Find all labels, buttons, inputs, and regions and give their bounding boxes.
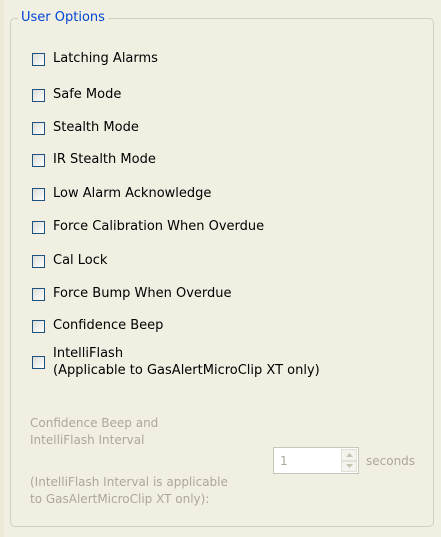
checkbox-label: Safe Mode bbox=[53, 87, 122, 102]
checkbox-box[interactable] bbox=[32, 121, 45, 135]
checkbox-box[interactable] bbox=[32, 287, 45, 301]
checkbox-box[interactable] bbox=[32, 319, 45, 333]
interval-unit-label: seconds bbox=[366, 454, 416, 468]
intelliflash-label: IntelliFlash bbox=[53, 346, 124, 361]
checkbox-label: IntelliFlash (Applicable to GasAlertMicr… bbox=[53, 345, 320, 379]
low-alarm-acknowledge-checkbox[interactable]: Low Alarm Acknowledge bbox=[32, 185, 211, 203]
spinner-buttons bbox=[341, 449, 357, 472]
checkbox-box[interactable] bbox=[32, 88, 45, 102]
interval-spinner[interactable]: 1 bbox=[273, 447, 359, 474]
spin-up-button[interactable] bbox=[341, 449, 357, 461]
spin-down-button[interactable] bbox=[341, 460, 357, 472]
checkbox-label: Force Bump When Overdue bbox=[53, 286, 232, 301]
user-options-panel: User Options Latching Alarms Safe Mode S… bbox=[4, 0, 441, 537]
confidence-beep-checkbox[interactable]: Confidence Beep bbox=[32, 317, 163, 335]
ir-stealth-mode-checkbox[interactable]: IR Stealth Mode bbox=[32, 151, 156, 169]
up-arrow-icon bbox=[345, 452, 353, 457]
stealth-mode-checkbox[interactable]: Stealth Mode bbox=[32, 119, 139, 137]
checkbox-box[interactable] bbox=[32, 187, 45, 201]
checkbox-label: Latching Alarms bbox=[53, 51, 158, 66]
intelliflash-note: (Applicable to GasAlertMicroClip XT only… bbox=[53, 363, 320, 378]
checkbox-box[interactable] bbox=[32, 52, 45, 66]
checkbox-label: Confidence Beep bbox=[53, 318, 164, 333]
interval-note-line2: to GasAlertMicroClip XT only): bbox=[30, 492, 210, 506]
checkbox-label: Force Calibration When Overdue bbox=[53, 219, 265, 234]
checkbox-label: Cal Lock bbox=[53, 253, 108, 268]
safe-mode-checkbox[interactable]: Safe Mode bbox=[32, 86, 121, 104]
interval-label-line1: Confidence Beep and bbox=[30, 416, 159, 430]
checkbox-label: Stealth Mode bbox=[53, 120, 139, 135]
checkbox-box[interactable] bbox=[32, 220, 45, 234]
intelliflash-checkbox[interactable]: IntelliFlash (Applicable to GasAlertMicr… bbox=[32, 345, 320, 379]
interval-note-line1: (IntelliFlash Interval is applicable bbox=[30, 475, 228, 489]
checkbox-label: IR Stealth Mode bbox=[53, 152, 156, 167]
checkbox-box[interactable] bbox=[32, 153, 45, 167]
group-title: User Options bbox=[18, 9, 108, 27]
interval-label-line2: IntelliFlash Interval bbox=[30, 433, 145, 447]
force-calibration-checkbox[interactable]: Force Calibration When Overdue bbox=[32, 218, 264, 236]
checkbox-box[interactable] bbox=[32, 355, 45, 369]
cal-lock-checkbox[interactable]: Cal Lock bbox=[32, 252, 107, 270]
checkbox-label: Low Alarm Acknowledge bbox=[53, 186, 212, 201]
force-bump-checkbox[interactable]: Force Bump When Overdue bbox=[32, 285, 232, 303]
interval-value[interactable]: 1 bbox=[280, 453, 288, 469]
down-arrow-icon bbox=[345, 464, 353, 469]
latching-alarms-checkbox[interactable]: Latching Alarms bbox=[32, 50, 158, 68]
checkbox-box[interactable] bbox=[32, 254, 45, 268]
